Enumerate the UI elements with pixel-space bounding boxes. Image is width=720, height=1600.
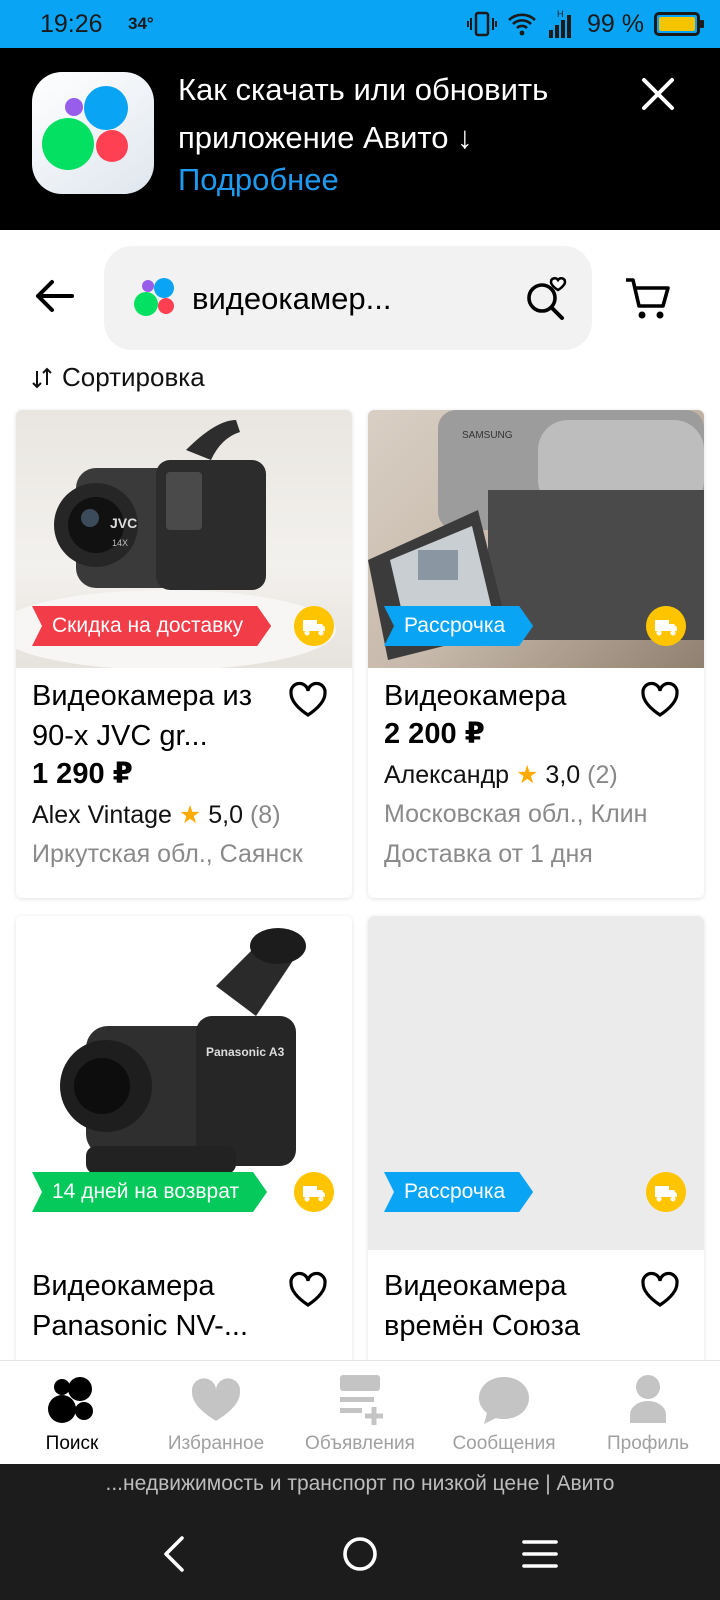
star-icon: ★ — [516, 761, 539, 789]
seller-rating: 3,0 — [545, 761, 581, 789]
app-promo-banner: Как скачать или обновить приложение Авит… — [0, 48, 720, 230]
listing-title[interactable]: Видеокамера — [384, 676, 614, 716]
listing-photo[interactable]: JVC 14X Скидка на доставку — [16, 410, 352, 668]
listing-title[interactable]: Видеокамера времён Союза — [384, 1266, 614, 1346]
discount-delivery-tag: Скидка на доставку — [32, 606, 271, 646]
nav-label: Сообщения — [452, 1433, 556, 1454]
star-icon: ★ — [178, 801, 202, 829]
sort-label: Сортировка — [62, 362, 205, 392]
avito-logo-icon — [134, 278, 176, 318]
listing-price: 2 200 ₽ — [384, 718, 485, 750]
profile-icon — [630, 1375, 666, 1423]
listing-card[interactable]: SAMSUNG Рассрочка Видеокамера 2 200 ₽ Ал… — [368, 410, 704, 898]
listing-photo[interactable]: Panasonic A3 14 дней на возврат — [16, 916, 352, 1250]
sort-icon — [32, 367, 52, 388]
back-icon[interactable] — [154, 1532, 198, 1576]
nav-ads[interactable]: Объявления — [288, 1361, 432, 1465]
heart-icon[interactable] — [640, 680, 680, 720]
listing-location: Иркутская обл., Саянск — [32, 840, 303, 868]
vibrate-icon — [467, 11, 498, 37]
saved-search-icon[interactable] — [522, 272, 572, 322]
listing-location: Московская обл., Клин — [384, 800, 648, 828]
nav-profile[interactable]: Профиль — [576, 1361, 720, 1465]
svg-text:H: H — [557, 9, 564, 19]
seller-reviews: (2) — [587, 761, 618, 789]
seller-name: Александр — [384, 761, 510, 789]
nav-favorites[interactable]: Избранное — [144, 1361, 288, 1465]
listing-card[interactable]: JVC 14X Скидка на доставку Видеокамера и… — [16, 410, 352, 898]
search-dots-icon — [48, 1377, 93, 1423]
installment-tag: Рассрочка — [384, 1172, 533, 1212]
wifi-icon — [508, 13, 536, 36]
banner-more-link[interactable]: Подробнее — [178, 162, 339, 198]
svg-text:14X: 14X — [112, 538, 128, 548]
close-icon[interactable] — [636, 72, 680, 116]
delivery-truck-icon — [646, 606, 686, 646]
listing-seller[interactable]: Alex Vintage ★ 5,0 (8) — [32, 800, 281, 830]
listing-title[interactable]: Видеокамера из 90-х JVC gr... — [32, 676, 262, 756]
listing-price: 1 290 ₽ — [32, 758, 133, 790]
svg-text:Panasonic A3: Panasonic A3 — [206, 1045, 285, 1059]
seller-reviews: (8) — [249, 801, 281, 829]
status-temperature: 34° — [128, 14, 154, 33]
nav-label: Поиск — [45, 1433, 99, 1454]
seller-rating: 5,0 — [208, 801, 244, 829]
nav-search[interactable]: Поиск — [0, 1361, 144, 1465]
listing-seller[interactable]: Александр ★ 3,0 (2) — [384, 760, 618, 790]
status-time: 19:26 — [40, 10, 103, 38]
home-icon[interactable] — [338, 1532, 382, 1576]
return-14-days-tag: 14 дней на возврат — [32, 1172, 267, 1212]
delivery-truck-icon — [646, 1172, 686, 1212]
browser-page-title: ...недвижимость и транспорт по низкой це… — [0, 1464, 720, 1504]
listing-card[interactable]: Panasonic A3 14 дней на возврат Видеокам… — [16, 916, 352, 1396]
heart-icon — [191, 1378, 241, 1421]
delivery-truck-icon — [294, 606, 334, 646]
svg-text:JVC: JVC — [110, 515, 137, 531]
listing-photo-placeholder[interactable]: Рассрочка — [368, 916, 704, 1250]
cellular-signal-icon: H — [549, 9, 572, 38]
battery-percent: 99 % — [587, 9, 644, 38]
nav-label: Объявления — [305, 1433, 415, 1454]
installment-tag: Рассрочка — [384, 606, 533, 646]
listing-delivery-time: Доставка от 1 дня — [384, 840, 593, 868]
system-navigation-bar — [0, 1504, 720, 1600]
back-arrow-icon[interactable] — [30, 272, 78, 320]
ads-add-icon — [340, 1375, 383, 1425]
listing-photo[interactable]: SAMSUNG Рассрочка — [368, 410, 704, 668]
chat-bubble-icon — [479, 1377, 529, 1424]
cart-icon[interactable] — [624, 274, 672, 322]
sort-button[interactable]: Сортировка — [32, 362, 205, 393]
nav-messages[interactable]: Сообщения — [432, 1361, 576, 1465]
bottom-navigation: Поиск Избранное Объявления Сообщения Про… — [0, 1360, 720, 1464]
status-bar: 19:26 34° H 99 % — [0, 0, 720, 48]
avito-app-icon — [32, 72, 154, 194]
seller-name: Alex Vintage — [32, 801, 172, 829]
heart-icon[interactable] — [288, 680, 328, 720]
listing-title[interactable]: Видеокамера Panasonic NV-... — [32, 1266, 262, 1346]
listing-card[interactable]: Рассрочка Видеокамера времён Союза — [368, 916, 704, 1396]
heart-icon[interactable] — [288, 1270, 328, 1310]
banner-title: Как скачать или обновить приложение Авит… — [178, 72, 549, 155]
nav-label: Профиль — [606, 1433, 690, 1454]
search-input[interactable]: видеокамер... — [104, 246, 592, 350]
battery-icon — [654, 12, 704, 36]
status-icons: H 99 % — [467, 8, 704, 40]
svg-text:SAMSUNG: SAMSUNG — [462, 430, 513, 441]
heart-icon[interactable] — [640, 1270, 680, 1310]
search-query: видеокамер... — [192, 281, 392, 316]
delivery-truck-icon — [294, 1172, 334, 1212]
nav-label: Избранное — [167, 1433, 265, 1454]
menu-icon[interactable] — [518, 1532, 562, 1576]
